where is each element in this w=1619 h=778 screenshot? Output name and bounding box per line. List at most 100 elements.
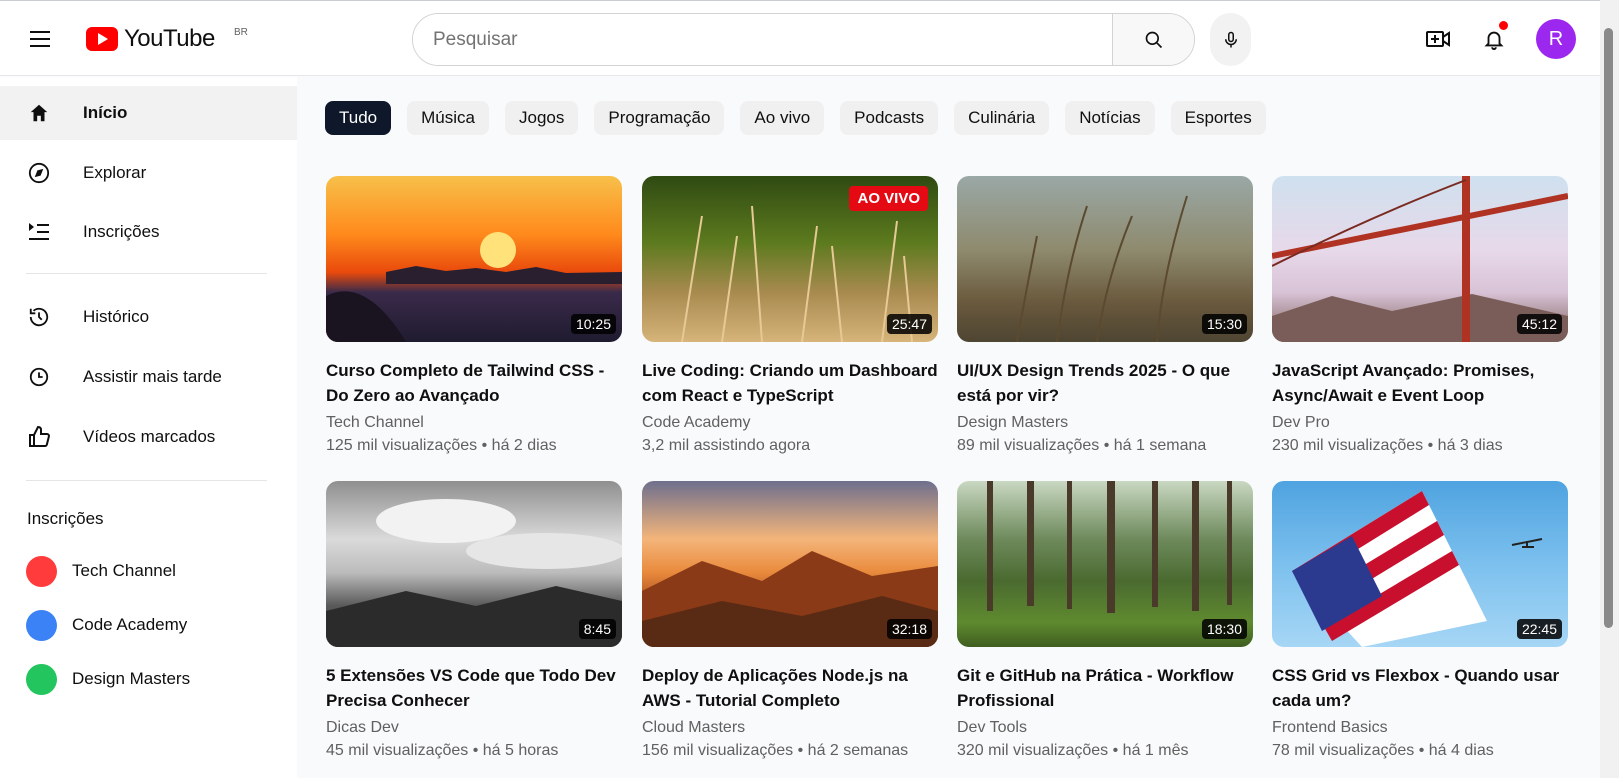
video-meta: 156 mil visualizações • há 2 semanas	[642, 742, 909, 759]
video-card[interactable]: 22:45 CSS Grid vs Flexbox - Quando usar …	[1272, 481, 1568, 763]
video-meta: 89 mil visualizações • há 1 semana	[957, 437, 1207, 454]
chip-musica[interactable]: Música	[407, 101, 489, 135]
video-duration: 18:30	[1201, 619, 1247, 639]
sidebar: Início Explorar Inscrições Histórico Ass…	[0, 77, 297, 778]
video-card[interactable]: 8:45 5 Extensões VS Code que Todo Dev Pr…	[326, 481, 622, 763]
video-meta: 78 mil visualizações • há 4 dias	[1272, 742, 1494, 759]
subscription-tech-channel[interactable]: Tech Channel	[0, 547, 297, 595]
video-duration: 8:45	[578, 619, 616, 639]
subscriptions-icon	[27, 220, 51, 244]
video-meta: 320 mil visualizações • há 1 mês	[957, 742, 1189, 759]
sidebar-item-label: Vídeos marcados	[83, 427, 216, 446]
thumbs-up-icon	[27, 425, 51, 449]
video-title[interactable]: JavaScript Avançado: Promises, Async/Awa…	[1272, 358, 1568, 408]
video-thumbnail[interactable]: 45:12	[1272, 176, 1568, 342]
sidebar-item-history[interactable]: Histórico	[0, 290, 297, 344]
video-duration: 15:30	[1201, 314, 1247, 334]
video-thumbnail[interactable]: 22:45	[1272, 481, 1568, 647]
video-channel[interactable]: Code Academy	[642, 412, 938, 434]
top-header: YouTube BR R	[0, 0, 1600, 76]
country-code: BR	[234, 27, 248, 38]
youtube-logo[interactable]: YouTube BR	[86, 25, 248, 53]
video-title[interactable]: Git e GitHub na Prática - Workflow Profi…	[957, 663, 1253, 713]
video-duration: 25:47	[886, 314, 932, 334]
chip-tudo[interactable]: Tudo	[325, 101, 392, 135]
video-thumbnail[interactable]: 18:30	[957, 481, 1253, 647]
search-button[interactable]	[1112, 14, 1194, 65]
channel-avatar	[26, 555, 57, 587]
search-bar	[412, 13, 1195, 66]
subscription-code-academy[interactable]: Code Academy	[0, 601, 297, 649]
subscription-label: Tech Channel	[72, 561, 176, 580]
sidebar-item-label: Histórico	[83, 307, 150, 326]
video-title[interactable]: 5 Extensões VS Code que Todo Dev Precisa…	[326, 663, 622, 713]
live-badge: AO VIVO	[849, 186, 928, 211]
video-channel[interactable]: Design Masters	[957, 412, 1253, 434]
sidebar-item-home[interactable]: Início	[0, 86, 297, 140]
video-card[interactable]: 32:18 Deploy de Aplicações Node.js na AW…	[642, 481, 938, 763]
scrollbar-thumb[interactable]	[1604, 28, 1613, 628]
video-thumbnail[interactable]: 32:18	[642, 481, 938, 647]
chip-podcasts[interactable]: Podcasts	[840, 101, 939, 135]
chip-programacao[interactable]: Programação	[594, 101, 725, 135]
video-card[interactable]: 45:12 JavaScript Avançado: Promises, Asy…	[1272, 176, 1568, 458]
subscription-label: Design Masters	[72, 669, 191, 688]
chip-ao-vivo[interactable]: Ao vivo	[740, 101, 825, 135]
video-card[interactable]: 15:30 UI/UX Design Trends 2025 - O que e…	[957, 176, 1253, 458]
sidebar-item-liked-videos[interactable]: Vídeos marcados	[0, 410, 297, 464]
avatar[interactable]: R	[1536, 19, 1576, 59]
play-logo-icon	[86, 27, 118, 51]
video-duration: 45:12	[1516, 314, 1562, 334]
notification-dot	[1499, 21, 1508, 30]
video-card[interactable]: 10:25 Curso Completo de Tailwind CSS - D…	[326, 176, 622, 458]
menu-icon[interactable]	[24, 25, 56, 53]
scrollbar[interactable]	[1600, 0, 1619, 778]
video-title[interactable]: CSS Grid vs Flexbox - Quando usar cada u…	[1272, 663, 1568, 713]
search-icon	[1145, 31, 1162, 48]
video-channel[interactable]: Cloud Masters	[642, 717, 938, 739]
chip-esportes[interactable]: Esportes	[1170, 101, 1266, 135]
sidebar-divider	[26, 273, 267, 274]
clock-icon	[27, 365, 51, 389]
home-icon	[27, 101, 51, 125]
subscription-label: Code Academy	[72, 615, 188, 634]
video-duration: 10:25	[570, 314, 616, 334]
video-title[interactable]: UI/UX Design Trends 2025 - O que está po…	[957, 358, 1253, 408]
sidebar-item-subscriptions[interactable]: Inscrições	[0, 205, 297, 259]
video-meta: 125 mil visualizações • há 2 dias	[326, 437, 557, 454]
create-video-button[interactable]	[1420, 21, 1456, 57]
video-card[interactable]: AO VIVO 25:47 Live Coding: Criando um Da…	[642, 176, 938, 458]
video-card[interactable]: 18:30 Git e GitHub na Prática - Workflow…	[957, 481, 1253, 763]
sidebar-item-watch-later[interactable]: Assistir mais tarde	[0, 350, 297, 404]
video-meta: 230 mil visualizações • há 3 dias	[1272, 437, 1503, 454]
compass-icon	[27, 161, 51, 185]
video-duration: 22:45	[1516, 619, 1562, 639]
video-title[interactable]: Curso Completo de Tailwind CSS - Do Zero…	[326, 358, 622, 408]
video-thumbnail[interactable]: 10:25	[326, 176, 622, 342]
video-channel[interactable]: Dev Tools	[957, 717, 1253, 739]
history-icon	[27, 305, 51, 329]
chip-culinaria[interactable]: Culinária	[954, 101, 1050, 135]
video-channel[interactable]: Frontend Basics	[1272, 717, 1568, 739]
voice-search-button[interactable]	[1210, 13, 1251, 66]
video-meta: 3,2 mil assistindo agora	[642, 437, 811, 454]
search-input[interactable]	[413, 14, 1112, 65]
video-plus-icon	[1426, 31, 1450, 47]
video-thumbnail[interactable]: 15:30	[957, 176, 1253, 342]
subscription-design-masters[interactable]: Design Masters	[0, 655, 297, 703]
video-thumbnail[interactable]: AO VIVO 25:47	[642, 176, 938, 342]
video-title[interactable]: Live Coding: Criando um Dashboard com Re…	[642, 358, 938, 408]
video-channel[interactable]: Dicas Dev	[326, 717, 622, 739]
sidebar-item-label: Explorar	[83, 163, 147, 182]
video-title[interactable]: Deploy de Aplicações Node.js na AWS - Tu…	[642, 663, 938, 713]
video-channel[interactable]: Dev Pro	[1272, 412, 1568, 434]
video-thumbnail[interactable]: 8:45	[326, 481, 622, 647]
filter-chips: Tudo Música Jogos Programação Ao vivo Po…	[325, 101, 1266, 135]
sidebar-divider	[26, 480, 267, 481]
video-channel[interactable]: Tech Channel	[326, 412, 622, 434]
chip-jogos[interactable]: Jogos	[504, 101, 579, 135]
chip-noticias[interactable]: Notícias	[1065, 101, 1155, 135]
sidebar-item-explore[interactable]: Explorar	[0, 146, 297, 200]
notifications-button[interactable]	[1476, 21, 1512, 57]
sidebar-item-label: Início	[83, 103, 128, 122]
